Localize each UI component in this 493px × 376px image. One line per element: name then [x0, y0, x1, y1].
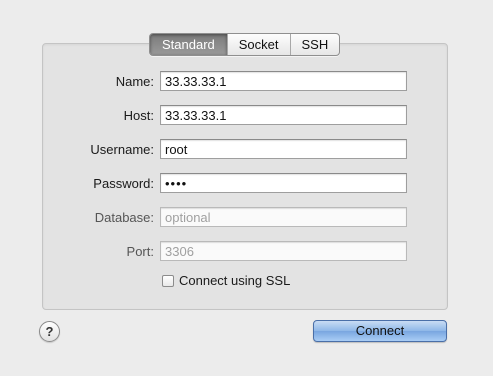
connect-button[interactable]: Connect — [313, 320, 447, 342]
username-row: Username: — [0, 139, 493, 161]
port-row: Port: — [0, 241, 493, 263]
help-icon[interactable]: ? — [39, 321, 60, 342]
name-label: Name: — [115, 74, 154, 89]
tab-standard[interactable]: Standard — [150, 34, 227, 55]
host-row: Host: — [0, 105, 493, 127]
tab-ssh[interactable]: SSH — [289, 34, 340, 55]
host-label: Host: — [123, 108, 154, 123]
password-label: Password: — [93, 176, 154, 191]
ssl-label[interactable]: Connect using SSL — [179, 273, 290, 288]
name-row: Name: — [0, 71, 493, 93]
port-label: Port: — [126, 244, 154, 259]
username-label: Username: — [90, 142, 154, 157]
password-row: Password: — [0, 173, 493, 195]
ssl-checkbox[interactable] — [162, 274, 174, 287]
username-field[interactable] — [160, 139, 407, 159]
port-field[interactable] — [160, 241, 407, 261]
database-label: Database: — [94, 210, 154, 225]
database-field[interactable] — [160, 207, 407, 227]
database-row: Database: — [0, 207, 493, 229]
name-field[interactable] — [160, 71, 407, 91]
password-field[interactable] — [160, 173, 407, 193]
tab-socket[interactable]: Socket — [226, 34, 290, 55]
connection-type-tabs: Standard Socket SSH — [149, 33, 341, 56]
ssl-option[interactable]: Connect using SSL — [162, 273, 290, 288]
host-field[interactable] — [160, 105, 407, 125]
